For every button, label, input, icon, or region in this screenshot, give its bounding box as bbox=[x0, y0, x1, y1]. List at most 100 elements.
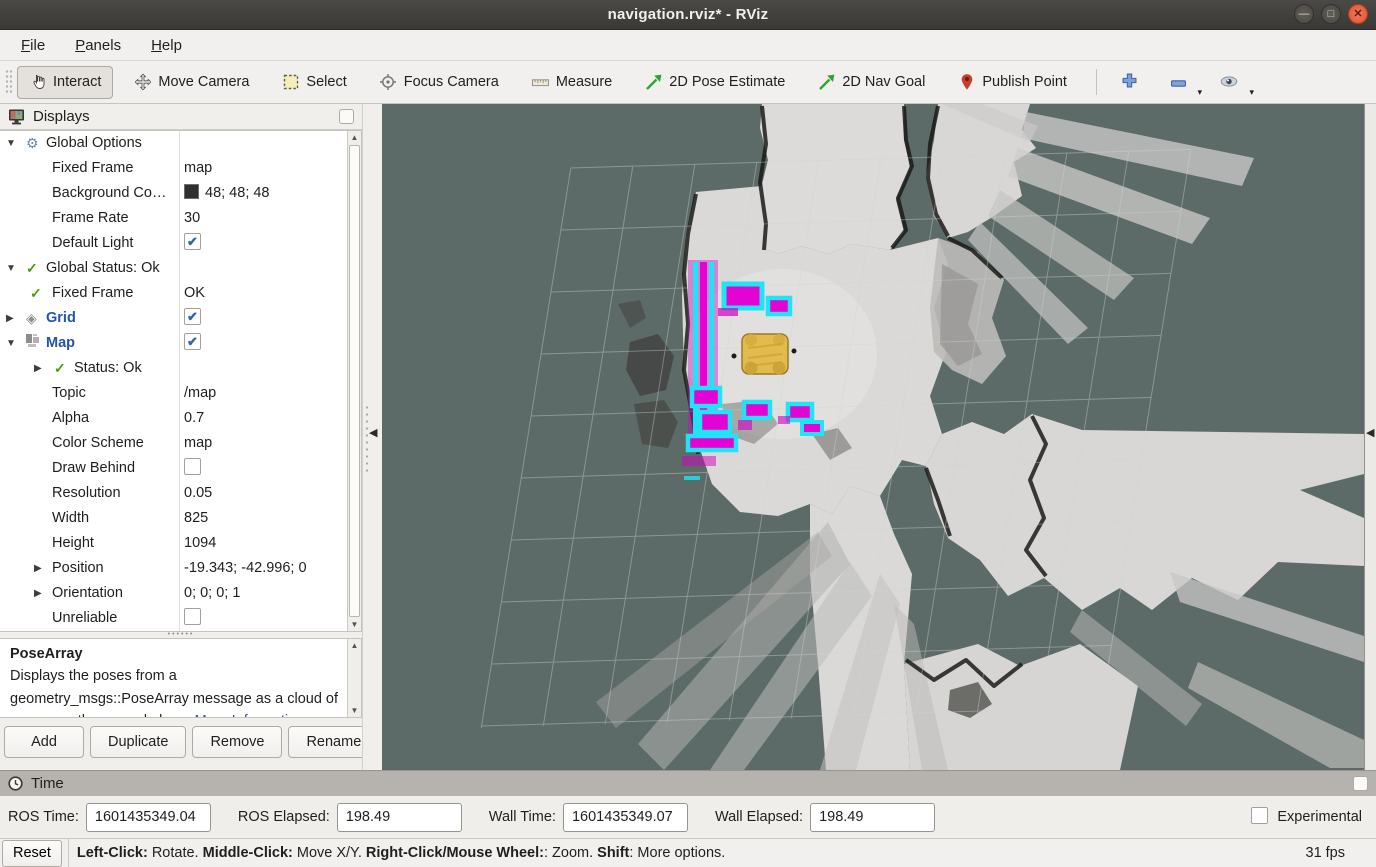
property-value[interactable]: 30 bbox=[184, 206, 200, 231]
toolbar-drag-handle[interactable] bbox=[5, 69, 12, 95]
property-value[interactable]: ✔ bbox=[184, 331, 201, 356]
tree-row-status-ok[interactable]: ▶✓Status: Ok bbox=[0, 356, 361, 381]
color-swatch[interactable] bbox=[184, 184, 199, 199]
tree-scrollbar-thumb[interactable] bbox=[349, 145, 360, 617]
more-information-link[interactable]: More Information. bbox=[195, 713, 309, 718]
expander-closed-icon[interactable]: ▶ bbox=[34, 356, 42, 381]
tool-measure[interactable]: Measure bbox=[520, 66, 624, 99]
tree-row-resolution[interactable]: Resolution0.05 bbox=[0, 481, 361, 506]
tree-row-draw-behind[interactable]: Draw Behind bbox=[0, 456, 361, 481]
property-value[interactable]: map bbox=[184, 431, 212, 456]
ros-elapsed-input[interactable] bbox=[337, 803, 462, 832]
displays-panel-header[interactable]: Displays bbox=[0, 104, 362, 130]
tree-row-unreliable[interactable]: Unreliable bbox=[0, 606, 361, 631]
tree-row-map[interactable]: ▼Map✔ bbox=[0, 331, 361, 356]
scroll-up-arrow-icon[interactable]: ▲ bbox=[348, 131, 361, 144]
wall-time-input[interactable] bbox=[563, 803, 688, 832]
minimize-button[interactable]: — bbox=[1294, 4, 1314, 24]
tree-row-fixed-frame[interactable]: ✓Fixed FrameOK bbox=[0, 281, 361, 306]
close-button[interactable]: ✕ bbox=[1348, 4, 1368, 24]
tool-label: Interact bbox=[53, 74, 101, 90]
check-icon: ✓ bbox=[26, 256, 38, 281]
collapse-right-arrow-icon[interactable]: ◀ bbox=[1366, 426, 1374, 439]
displays-float-button[interactable] bbox=[339, 109, 354, 124]
expander-open-icon[interactable]: ▼ bbox=[6, 331, 16, 356]
tree-row-global-options[interactable]: ▼⚙Global Options bbox=[0, 131, 361, 156]
tool-move-camera[interactable]: Move Camera bbox=[122, 66, 261, 99]
expander-closed-icon[interactable]: ▶ bbox=[34, 556, 42, 581]
property-value[interactable]: 0.05 bbox=[184, 481, 212, 506]
dropdown-arrow-icon[interactable]: ▾ bbox=[1197, 87, 1202, 98]
scroll-up-arrow-icon[interactable]: ▲ bbox=[348, 639, 361, 652]
maximize-button[interactable]: □ bbox=[1321, 4, 1341, 24]
tree-row-default-light[interactable]: Default Light✔ bbox=[0, 231, 361, 256]
menu-panels[interactable]: Panels bbox=[64, 33, 132, 58]
time-panel-header[interactable]: Time bbox=[0, 770, 1376, 796]
3d-viewport[interactable] bbox=[382, 104, 1364, 770]
tree-scrollbar[interactable]: ▲ ▼ bbox=[347, 131, 361, 631]
menu-file[interactable]: File bbox=[10, 33, 56, 58]
tree-row-width[interactable]: Width825 bbox=[0, 506, 361, 531]
ros-time-input[interactable] bbox=[86, 803, 211, 832]
tool-select[interactable]: Select bbox=[270, 66, 358, 99]
tree-row-position[interactable]: ▶Position-19.343; -42.996; 0 bbox=[0, 556, 361, 581]
tool-interact[interactable]: Interact bbox=[17, 66, 113, 99]
property-value[interactable]: ✔ bbox=[184, 231, 201, 256]
tool-focus-camera[interactable]: Focus Camera bbox=[368, 66, 511, 99]
property-value[interactable]: /map bbox=[184, 381, 216, 406]
property-value[interactable]: 0.7 bbox=[184, 406, 204, 431]
ruler-icon bbox=[532, 74, 549, 91]
views-panel-collapsed-strip[interactable]: ◀ bbox=[1364, 104, 1376, 770]
scroll-down-arrow-icon[interactable]: ▼ bbox=[348, 704, 361, 717]
tree-row-orientation[interactable]: ▶Orientation0; 0; 0; 1 bbox=[0, 581, 361, 606]
property-value[interactable]: 825 bbox=[184, 506, 208, 531]
checkbox-checked[interactable]: ✔ bbox=[184, 308, 201, 325]
tree-row-background-co-[interactable]: Background Co…48; 48; 48 bbox=[0, 181, 361, 206]
titlebar[interactable]: navigation.rviz* - RViz — □ ✕ bbox=[0, 0, 1376, 30]
scroll-down-arrow-icon[interactable]: ▼ bbox=[348, 618, 361, 631]
expander-open-icon[interactable]: ▼ bbox=[6, 131, 16, 156]
expander-open-icon[interactable]: ▼ bbox=[6, 256, 16, 281]
tree-row-fixed-frame[interactable]: Fixed Framemap bbox=[0, 156, 361, 181]
property-value[interactable]: -19.343; -42.996; 0 bbox=[184, 556, 307, 581]
panel-view-splitter[interactable]: ◀ bbox=[362, 104, 382, 770]
tree-row-frame-rate[interactable]: Frame Rate30 bbox=[0, 206, 361, 231]
menu-help[interactable]: Help bbox=[140, 33, 193, 58]
property-value[interactable]: OK bbox=[184, 281, 205, 306]
add-tool-button[interactable] bbox=[1113, 68, 1146, 96]
tool-2d-pose-estimate[interactable]: 2D Pose Estimate bbox=[633, 66, 797, 99]
property-value[interactable]: 1094 bbox=[184, 531, 216, 556]
reset-button[interactable]: Reset bbox=[2, 840, 62, 867]
tool-2d-nav-goal[interactable]: 2D Nav Goal bbox=[806, 66, 937, 99]
wall-elapsed-input[interactable] bbox=[810, 803, 935, 832]
tool-publish-point[interactable]: Publish Point bbox=[946, 66, 1079, 99]
property-value[interactable]: 48; 48; 48 bbox=[184, 181, 270, 206]
expander-closed-icon[interactable]: ▶ bbox=[34, 581, 42, 606]
add-button[interactable]: Add bbox=[4, 726, 84, 758]
dropdown-arrow-icon[interactable]: ▾ bbox=[1249, 87, 1254, 98]
time-float-button[interactable] bbox=[1353, 776, 1368, 791]
collapse-left-arrow-icon[interactable]: ◀ bbox=[369, 426, 377, 439]
checkbox-unchecked[interactable] bbox=[1251, 807, 1268, 824]
expander-closed-icon[interactable]: ▶ bbox=[6, 306, 14, 331]
property-value[interactable] bbox=[184, 606, 201, 631]
tree-row-height[interactable]: Height1094 bbox=[0, 531, 361, 556]
checkbox-checked[interactable]: ✔ bbox=[184, 233, 201, 250]
checkbox-checked[interactable]: ✔ bbox=[184, 333, 201, 350]
property-value[interactable]: map bbox=[184, 156, 212, 181]
remove-button[interactable]: Remove bbox=[192, 726, 282, 758]
duplicate-button[interactable]: Duplicate bbox=[90, 726, 186, 758]
tree-row-alpha[interactable]: Alpha0.7 bbox=[0, 406, 361, 431]
tree-row-color-scheme[interactable]: Color Schememap bbox=[0, 431, 361, 456]
checkbox-unchecked[interactable] bbox=[184, 458, 201, 475]
checkbox-unchecked[interactable] bbox=[184, 608, 201, 625]
tree-row-grid[interactable]: ▶◈Grid✔ bbox=[0, 306, 361, 331]
tree-row-global-status-ok[interactable]: ▼✓Global Status: Ok bbox=[0, 256, 361, 281]
tool-visibility-button[interactable]: ▾ bbox=[1211, 70, 1247, 95]
remove-tool-button[interactable]: ▾ bbox=[1162, 70, 1195, 95]
tree-row-topic[interactable]: Topic/map bbox=[0, 381, 361, 406]
property-value[interactable]: ✔ bbox=[184, 306, 201, 331]
description-scrollbar[interactable]: ▲ ▼ bbox=[347, 639, 361, 717]
property-value[interactable] bbox=[184, 456, 201, 481]
property-value[interactable]: 0; 0; 0; 1 bbox=[184, 581, 240, 606]
